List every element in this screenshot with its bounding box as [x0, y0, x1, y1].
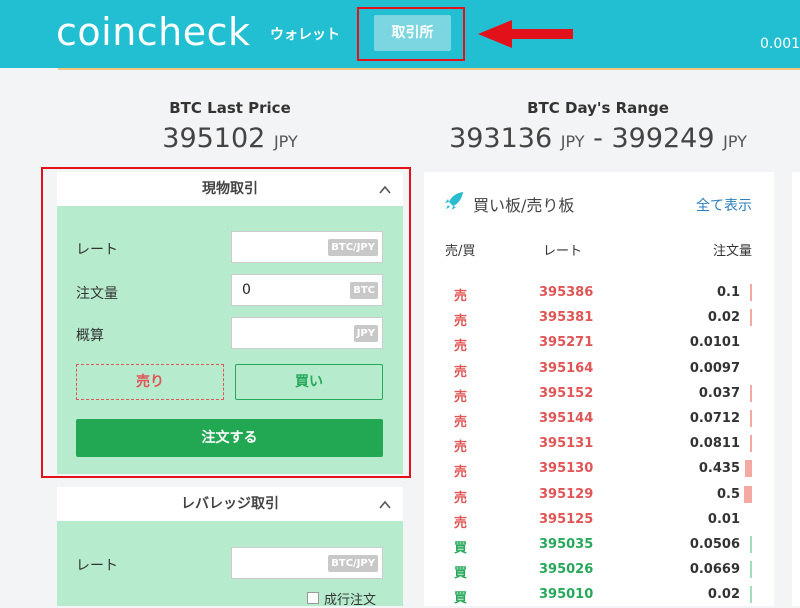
order-qty-4: 0.037 [698, 385, 740, 401]
order-qty-5: 0.0712 [689, 411, 740, 426]
last-price-label: BTC Last Price [169, 99, 291, 117]
order-side-5: 売 [454, 415, 468, 430]
day-range-high-unit: JPY [723, 132, 747, 151]
depth-bar-4 [750, 384, 752, 402]
market-order-checkbox[interactable] [307, 592, 319, 604]
order-rate-7[interactable]: 395130 [539, 461, 593, 476]
leverage-rate-unit-badge: BTC/JPY [328, 555, 378, 572]
market-order-label: 成行注文 [324, 593, 377, 608]
order-rate-11[interactable]: 395026 [539, 562, 593, 577]
leverage-rate-input[interactable]: BTC/JPY [231, 547, 383, 579]
order-rate-0[interactable]: 395386 [539, 285, 593, 300]
order-side-4: 売 [454, 389, 468, 405]
leverage-panel-header[interactable]: レバレッジ取引 [57, 487, 403, 521]
day-range-low: 393136 [449, 123, 553, 154]
order-rate-9[interactable]: 395125 [539, 512, 593, 527]
depth-bar-8 [744, 485, 752, 503]
last-price-unit: JPY [273, 132, 298, 151]
col-qty-header: 注文量 [712, 244, 752, 259]
order-qty-8: 0.5 [716, 486, 740, 502]
order-rate-1[interactable]: 395381 [539, 310, 593, 325]
order-qty-2: 0.0101 [689, 335, 740, 351]
col-rate-header: レート [543, 244, 583, 259]
day-range-block: BTC Day's Range 393136 JPY - 399249 JPY [448, 99, 748, 154]
coincheck-logo[interactable]: coincheck [56, 10, 251, 54]
depth-bar-5 [750, 410, 752, 427]
depth-bar-6 [750, 435, 752, 453]
order-side-7: 売 [454, 465, 468, 481]
day-range-high: 399249 [611, 123, 715, 154]
last-price-block: BTC Last Price 395102 JPY [140, 99, 320, 154]
order-rate-12[interactable]: 395010 [539, 587, 593, 602]
order-qty-0: 0.1 [716, 285, 740, 300]
day-range-value: 393136 JPY - 399249 JPY [448, 123, 748, 154]
order-rate-8[interactable]: 395129 [539, 487, 593, 502]
order-side-3: 売 [454, 364, 468, 380]
order-rate-5[interactable]: 395144 [539, 411, 593, 426]
header-divider [58, 68, 800, 70]
order-qty-7: 0.435 [698, 461, 740, 477]
rocket-icon [445, 192, 463, 210]
order-rate-2[interactable]: 395271 [539, 335, 593, 350]
leverage-panel-title: レバレッジ取引 [181, 496, 279, 512]
order-side-2: 売 [454, 339, 468, 355]
order-rate-3[interactable]: 395164 [539, 361, 593, 376]
col-side-header: 売/買 [445, 244, 476, 259]
depth-bar-0 [750, 284, 752, 301]
depth-bar-12 [750, 586, 752, 604]
order-qty-3: 0.0097 [689, 360, 740, 376]
order-book-title: 買い板/売り板 [473, 196, 575, 215]
order-qty-1: 0.02 [707, 310, 740, 326]
depth-bar-7 [745, 460, 752, 478]
order-qty-12: 0.02 [707, 587, 740, 603]
order-side-8: 売 [454, 490, 468, 506]
depth-bar-11 [750, 561, 752, 579]
order-qty-11: 0.0669 [689, 562, 740, 578]
order-side-6: 売 [454, 440, 468, 456]
order-rate-10[interactable]: 395035 [539, 537, 593, 552]
annotation-arrow-icon [478, 20, 573, 48]
leverage-rate-label: レート [76, 558, 118, 574]
order-side-11: 買 [454, 566, 468, 582]
depth-bar-1 [750, 309, 752, 327]
order-rate-6[interactable]: 395131 [539, 436, 593, 451]
order-side-10: 買 [454, 541, 468, 556]
last-price-value: 395102 JPY [140, 123, 320, 154]
order-side-9: 売 [454, 515, 468, 531]
order-side-12: 買 [454, 591, 468, 607]
header-balance: 0.001 [760, 36, 800, 52]
order-side-1: 売 [454, 314, 468, 330]
right-panel-edge [792, 172, 800, 606]
order-qty-6: 0.0811 [689, 436, 740, 452]
show-all-link[interactable]: 全て表示 [696, 195, 752, 215]
spot-highlight-frame [41, 167, 411, 478]
nav-exchange[interactable]: 取引所 [374, 15, 451, 51]
order-side-0: 売 [454, 289, 468, 304]
order-rate-4[interactable]: 395152 [539, 386, 593, 401]
nav-wallet[interactable]: ウォレット [270, 24, 340, 44]
last-price-number: 395102 [162, 123, 266, 154]
order-qty-10: 0.0506 [689, 537, 740, 552]
day-range-label: BTC Day's Range [527, 99, 669, 117]
order-qty-9: 0.01 [707, 511, 740, 527]
day-range-separator: - [593, 123, 603, 154]
depth-bar-10 [750, 536, 752, 553]
day-range-low-unit: JPY [560, 132, 585, 151]
